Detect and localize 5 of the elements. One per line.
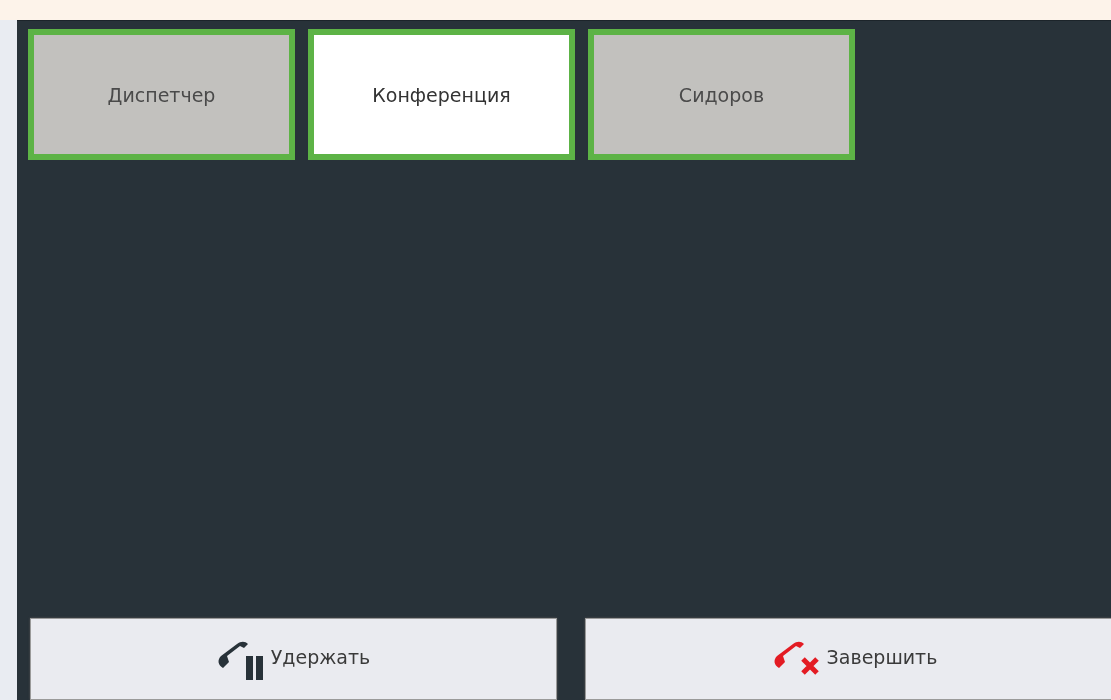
hold-button[interactable]: Удержать xyxy=(30,618,557,700)
call-tile[interactable]: Диспетчер xyxy=(28,29,295,160)
call-tile[interactable]: Конференция xyxy=(308,29,575,160)
end-call-button[interactable]: Завершить xyxy=(585,618,1111,700)
call-tile[interactable]: Сидоров xyxy=(588,29,855,160)
